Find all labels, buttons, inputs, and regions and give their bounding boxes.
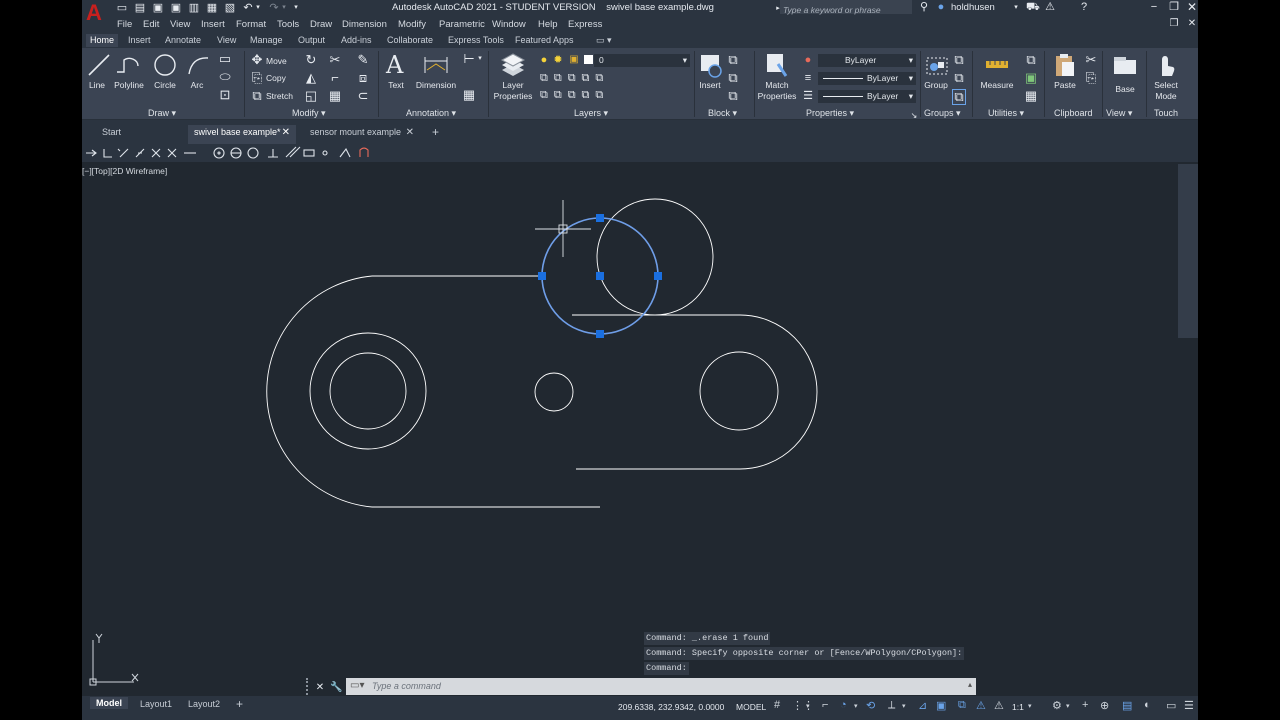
tab-model[interactable]: Model: [90, 697, 128, 709]
tab-layout1-label: Layout1: [140, 699, 173, 709]
grip-bottom: [596, 330, 604, 338]
chevron-up-icon[interactable]: ▴: [968, 680, 972, 689]
tab-layout2-label: Layout2: [188, 699, 221, 709]
annotation-scale-icon[interactable]: ⚠: [994, 699, 1004, 712]
left-hole-inner: [329, 352, 407, 430]
crosshair-cursor: [535, 200, 591, 257]
customize-command-icon[interactable]: 🔧: [330, 681, 342, 695]
outline-left-arc: [250, 276, 369, 507]
ortho-icon[interactable]: ⌐: [822, 699, 828, 711]
lineweight-toggle-icon[interactable]: ⊿: [918, 699, 927, 712]
command-bar-handle[interactable]: [306, 678, 312, 695]
workspace-dropdown-icon[interactable]: ▾: [1066, 702, 1070, 710]
left-hole-outer: [309, 332, 427, 450]
command-history-line: Command: _.erase 1 found: [644, 632, 771, 645]
command-prompt-icon[interactable]: ▭▾: [350, 680, 364, 691]
workspace-gear-icon[interactable]: ⚙: [1052, 699, 1062, 712]
osnap-dropdown-icon[interactable]: ▾: [902, 702, 906, 710]
command-input[interactable]: ▭▾ Type a command ▴: [346, 678, 976, 695]
isolate-objects-icon[interactable]: ◐: [1144, 699, 1151, 711]
navigation-bar[interactable]: [1178, 164, 1198, 338]
annotation-visibility-icon[interactable]: ⚠: [976, 699, 986, 712]
grip-right: [654, 272, 662, 280]
osnap-icon[interactable]: ⟂: [888, 699, 895, 712]
command-history-line: Command: Specify opposite corner or [Fen…: [644, 647, 965, 660]
clean-screen-icon[interactable]: ▭: [1166, 699, 1176, 712]
annotation-scale-value[interactable]: 1:1: [1012, 702, 1024, 712]
drawing-geometry: [89, 198, 818, 686]
tab-model-label: Model: [96, 698, 122, 708]
center-hole: [534, 372, 574, 412]
model-space-button[interactable]: MODEL: [736, 702, 766, 712]
annotation-monitor-icon[interactable]: +: [1082, 699, 1088, 711]
outline-right-arc: [739, 314, 818, 470]
command-history-line: Command:: [644, 662, 689, 675]
polar-dropdown-icon[interactable]: ▾: [854, 702, 858, 710]
autocad-window: A ▭ ▤ ▣ ▣ ▥ ▦ ▧ ↶ ▾ ↷ ▾ ▾ Autodesk AutoC…: [82, 0, 1198, 720]
selection-cycling-icon[interactable]: ⧉: [958, 699, 966, 712]
outline-left-arc: [266, 275, 373, 508]
transparency-icon[interactable]: ▣: [936, 699, 946, 712]
ucs-icon: [89, 633, 139, 686]
quick-properties-icon[interactable]: ▤: [1122, 699, 1132, 712]
command-placeholder: Type a command: [372, 681, 441, 691]
status-bar: Model Layout1 Layout2 + 209.6338, 232.93…: [82, 696, 1198, 720]
customization-icon[interactable]: ☰: [1184, 699, 1194, 712]
tab-layout1[interactable]: Layout1: [140, 699, 172, 709]
grip-top: [596, 214, 604, 222]
osnap-track-icon[interactable]: ⟲: [866, 699, 875, 712]
right-hole: [699, 351, 779, 431]
scale-dropdown-icon[interactable]: ▾: [1028, 702, 1032, 710]
grip-center: [596, 272, 604, 280]
coordinates-readout[interactable]: 209.6338, 232.9342, 0.0000: [618, 702, 724, 712]
snap-dropdown-icon[interactable]: ▾: [806, 702, 810, 710]
units-icon[interactable]: ⊕: [1100, 699, 1109, 712]
close-command-icon[interactable]: ✕: [314, 681, 326, 695]
snap-icon[interactable]: ⋮⋮: [792, 699, 814, 712]
add-layout-icon[interactable]: +: [236, 697, 243, 711]
polar-icon[interactable]: ◔: [840, 699, 847, 711]
grips: [538, 214, 662, 338]
grip-left: [538, 272, 546, 280]
tab-layout2[interactable]: Layout2: [188, 699, 220, 709]
grid-icon[interactable]: #: [774, 699, 780, 711]
